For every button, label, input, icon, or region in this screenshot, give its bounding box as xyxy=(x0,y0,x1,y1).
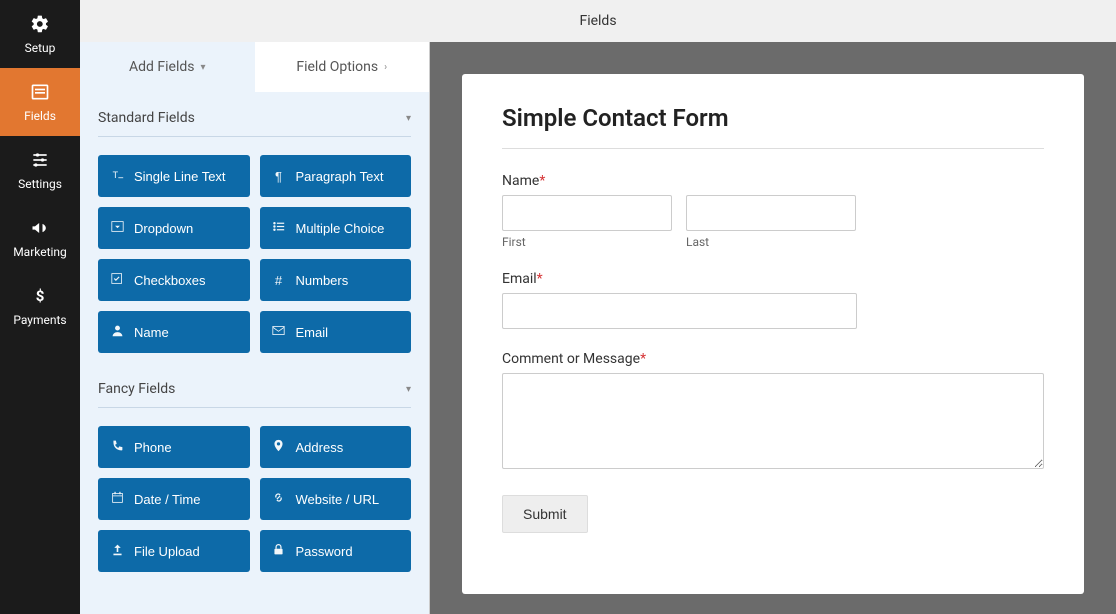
nav-payments[interactable]: $ Payments xyxy=(0,272,80,340)
field-datetime[interactable]: Date / Time xyxy=(98,478,250,520)
field-numbers[interactable]: #Numbers xyxy=(260,259,412,301)
field-dropdown[interactable]: Dropdown xyxy=(98,207,250,249)
nav-fields-label: Fields xyxy=(24,109,56,123)
sliders-icon xyxy=(30,150,50,173)
gear-icon xyxy=(30,14,50,37)
section-standard-title: Standard Fields xyxy=(98,110,195,126)
section-standard-header[interactable]: Standard Fields ▾ xyxy=(98,92,411,137)
submit-button[interactable]: Submit xyxy=(502,495,588,533)
field-name-row[interactable]: Name* First Last xyxy=(502,173,1044,249)
tab-field-options[interactable]: Field Options › xyxy=(255,42,430,92)
paragraph-icon: ¶ xyxy=(272,169,286,184)
user-icon xyxy=(110,324,124,340)
tab-add-fields[interactable]: Add Fields ▾ xyxy=(80,42,255,92)
map-marker-icon xyxy=(272,439,286,455)
top-bar: Fields xyxy=(80,0,1116,42)
tab-options-label: Field Options xyxy=(296,59,378,75)
chevron-down-icon: ▾ xyxy=(406,384,411,395)
chevron-right-icon: › xyxy=(384,62,387,73)
list-ul-icon xyxy=(272,220,286,236)
chevron-down-icon: ▾ xyxy=(406,113,411,124)
form-card[interactable]: Simple Contact Form Name* First Last xyxy=(462,74,1084,594)
nav-settings-label: Settings xyxy=(18,177,62,191)
link-icon xyxy=(272,491,286,507)
calendar-icon xyxy=(110,491,124,507)
first-name-input[interactable] xyxy=(502,195,672,231)
svg-text:$: $ xyxy=(36,287,45,305)
field-paragraph-text[interactable]: ¶Paragraph Text xyxy=(260,155,412,197)
page-title: Fields xyxy=(579,13,616,29)
last-sublabel: Last xyxy=(686,235,856,249)
chevron-down-icon: ▾ xyxy=(200,62,205,73)
section-fancy-title: Fancy Fields xyxy=(98,381,175,397)
nav-marketing[interactable]: Marketing xyxy=(0,204,80,272)
check-square-icon xyxy=(110,272,124,288)
field-website[interactable]: Website / URL xyxy=(260,478,412,520)
tab-add-label: Add Fields xyxy=(129,59,195,75)
field-file-upload[interactable]: File Upload xyxy=(98,530,250,572)
upload-icon xyxy=(110,543,124,559)
left-nav: Setup Fields Settings Marketing $ Paymen… xyxy=(0,0,80,614)
name-label: Name* xyxy=(502,173,1044,189)
field-message-row[interactable]: Comment or Message* xyxy=(502,351,1044,473)
bullhorn-icon xyxy=(30,218,50,241)
form-title: Simple Contact Form xyxy=(502,104,1044,149)
field-phone[interactable]: Phone xyxy=(98,426,250,468)
svg-text:T: T xyxy=(112,170,118,180)
last-name-input[interactable] xyxy=(686,195,856,231)
lock-icon xyxy=(272,543,286,559)
field-multiple-choice[interactable]: Multiple Choice xyxy=(260,207,412,249)
nav-fields[interactable]: Fields xyxy=(0,68,80,136)
envelope-icon xyxy=(272,324,286,340)
message-label: Comment or Message* xyxy=(502,351,1044,367)
field-single-line-text[interactable]: TSingle Line Text xyxy=(98,155,250,197)
field-password[interactable]: Password xyxy=(260,530,412,572)
email-input[interactable] xyxy=(502,293,857,329)
field-name[interactable]: Name xyxy=(98,311,250,353)
nav-marketing-label: Marketing xyxy=(13,245,67,259)
field-checkboxes[interactable]: Checkboxes xyxy=(98,259,250,301)
nav-setup[interactable]: Setup xyxy=(0,0,80,68)
form-preview: Simple Contact Form Name* First Last xyxy=(430,42,1116,614)
email-label: Email* xyxy=(502,271,1044,287)
caret-square-icon xyxy=(110,220,124,236)
form-icon xyxy=(30,82,50,105)
field-address[interactable]: Address xyxy=(260,426,412,468)
text-icon: T xyxy=(110,168,124,184)
first-sublabel: First xyxy=(502,235,672,249)
nav-payments-label: Payments xyxy=(13,313,66,327)
fields-panel: Add Fields ▾ Field Options › Standard Fi… xyxy=(80,42,430,614)
hash-icon: # xyxy=(272,273,286,288)
message-textarea[interactable] xyxy=(502,373,1044,469)
nav-settings[interactable]: Settings xyxy=(0,136,80,204)
field-email-row[interactable]: Email* xyxy=(502,271,1044,329)
nav-setup-label: Setup xyxy=(25,41,56,55)
phone-icon xyxy=(110,439,124,455)
section-fancy-header[interactable]: Fancy Fields ▾ xyxy=(98,363,411,408)
field-email[interactable]: Email xyxy=(260,311,412,353)
dollar-icon: $ xyxy=(30,286,50,309)
